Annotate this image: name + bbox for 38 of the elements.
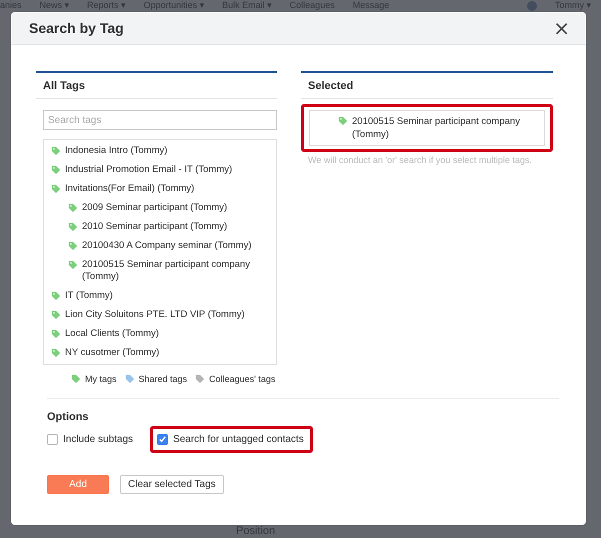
tag-item[interactable]: Indonesia Intro (Tommy) <box>65 145 168 157</box>
checkbox[interactable] <box>157 434 168 445</box>
tag-icon <box>51 329 61 339</box>
tag-icon <box>51 165 61 175</box>
close-button[interactable]: × <box>551 18 572 38</box>
panel-heading: Selected <box>301 71 553 99</box>
tag-item[interactable]: Invitations(For Email) (Tommy) <box>65 183 194 195</box>
checkbox[interactable] <box>47 434 58 445</box>
tag-icon <box>338 116 348 126</box>
clear-button[interactable]: Clear selected Tags <box>120 475 224 494</box>
tag-icon <box>51 348 61 358</box>
legend-label: Shared tags <box>138 374 188 384</box>
legend-label: My tags <box>85 374 117 384</box>
hint-text: We will conduct an 'or' search if you select multiple tags. <box>308 154 533 167</box>
tag-item[interactable]: 20100430 A Company seminar (Tommy) <box>82 240 252 252</box>
tag-item[interactable]: 2010 Seminar participant (Tommy) <box>82 221 228 233</box>
tag-icon <box>51 146 61 156</box>
tag-item[interactable]: NY cusotmer (Tommy) <box>65 347 160 359</box>
section-heading: Options <box>47 411 90 423</box>
checkbox-label[interactable]: Include subtags <box>63 434 134 445</box>
search-field[interactable]: Search tags <box>43 110 277 130</box>
tag-icon <box>68 203 78 213</box>
tag-icon <box>68 222 78 232</box>
checkbox-label[interactable]: Search for untagged contacts <box>173 434 304 445</box>
tag-item[interactable]: Local Clients (Tommy) <box>65 328 159 340</box>
tag-icon <box>68 241 78 251</box>
tag-item[interactable]: 2009 Seminar participant (Tommy) <box>82 202 228 214</box>
tag-item[interactable]: IT (Tommy) <box>65 290 113 302</box>
tag-icon <box>51 291 61 301</box>
tag-icon <box>51 310 61 320</box>
tag-item[interactable]: Industrial Promotion Email - IT (Tommy) <box>65 164 232 176</box>
tag-icon <box>51 184 61 194</box>
dialog-title: Search by Tag <box>29 20 124 36</box>
legend-label: Colleagues' tags <box>209 374 276 384</box>
tag-icon <box>68 260 78 270</box>
tag-item[interactable]: 20100515 Seminar participant company (Tommy) <box>82 259 276 283</box>
panel-heading: All Tags <box>36 71 277 99</box>
tag-item[interactable]: Lion City Soluitons PTE. LTD VIP (Tommy) <box>65 309 245 321</box>
